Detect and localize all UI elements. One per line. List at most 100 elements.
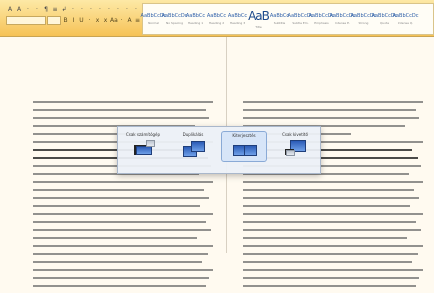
style-name: Emphasis [314,21,329,25]
display-option-pc-only[interactable]: Csak számítógép [121,131,165,160]
text-line [243,277,420,279]
format-button[interactable]: · [118,17,125,24]
display-option-label: Duplikálás [182,132,204,137]
duplicate-icon [182,140,205,157]
style-item[interactable]: AaBbCcDc Subtle Em. [288,5,314,33]
ribbon: AA··¶≡↲········ BIU·xxAa·A≡≡≡≡··· AaBbCc… [0,0,434,37]
style-name: Strong [358,21,369,25]
text-line [243,229,422,231]
quick-access-button[interactable]: A [6,6,14,13]
pc-only-icon [132,140,155,157]
style-item[interactable]: AaBbCcDc Strong [351,5,377,33]
quick-access-button[interactable]: A [15,6,23,13]
style-item[interactable]: AaBbCcDc Quote [372,5,398,33]
text-line [33,197,210,199]
format-button[interactable]: Aa [110,17,118,24]
style-sample: AaB [248,8,270,23]
style-item[interactable]: AaB Title [248,5,270,33]
text-line [33,245,213,247]
display-option-duplicate[interactable]: Duplikálás [171,131,215,160]
font-size-dropdown[interactable] [47,16,61,25]
text-line [33,269,213,271]
extend-icon [233,141,257,158]
quick-access-button[interactable]: · [123,6,131,13]
quick-access-button[interactable]: · [69,6,77,13]
text-line [243,213,423,215]
text-line [243,109,416,111]
quick-access-button[interactable]: · [105,6,113,13]
style-item[interactable]: AaBbCcDc Intense E. [330,5,356,33]
text-line [243,285,416,287]
display-option-extend[interactable]: Kiterjesztés [221,131,267,162]
text-line [33,285,206,287]
text-line [243,221,416,223]
format-button[interactable]: I [70,17,77,24]
style-name: Subtitle [273,21,286,25]
text-line [33,101,213,103]
style-item[interactable]: AaBbCc Heading 3 [227,5,248,33]
display-option-label: Csak számítógép [125,132,161,137]
format-button[interactable]: A [126,17,133,24]
quick-access-button[interactable]: ≡ [51,6,59,13]
text-line [243,253,418,255]
style-name: Heading 3 [229,21,246,25]
style-name: Title [255,24,262,29]
text-line [33,117,210,119]
display-option-projector-only[interactable]: Csak kivetítő [273,131,317,160]
style-sample: AaBbCcDc [161,13,188,19]
text-line [243,189,414,191]
style-sample: AaBbCc [206,13,227,19]
quick-access-button[interactable]: ¶ [42,6,50,13]
quick-access-button[interactable]: ↲ [60,6,68,13]
text-line [33,213,213,215]
format-button[interactable]: U [78,17,85,24]
text-line [33,277,210,279]
text-line [243,237,407,239]
text-line [33,181,213,183]
quick-access-button[interactable]: · [87,6,95,13]
text-line [243,101,423,103]
style-sample: AaBbCc [269,13,290,19]
style-name: Quote [379,21,390,25]
style-name: No Spacing [166,21,183,25]
quick-access-button[interactable]: · [78,6,86,13]
text-line [33,109,206,111]
style-sample: AaBbCc [185,13,206,19]
style-item[interactable]: AaBbCc Subtitle [269,5,290,33]
style-item[interactable]: AaBbCc Heading 2 [206,5,227,33]
display-option-label: Csak kivetítő [282,132,308,137]
format-button[interactable]: x [94,17,101,24]
text-line [243,181,423,183]
format-button[interactable]: x [102,17,109,24]
quick-access-button[interactable]: · [132,6,140,13]
format-button[interactable]: · [86,17,93,24]
text-line [33,189,204,191]
quick-access-button[interactable]: · [96,6,104,13]
format-button[interactable]: B [62,17,69,24]
font-name-dropdown[interactable] [6,16,46,25]
text-line [33,229,212,231]
text-line [243,197,420,199]
display-switcher-popup: Csak számítógép Duplikálás Kiterjesztés … [117,126,321,174]
style-name: Normal [148,21,159,25]
style-name: Intense Q. [397,21,414,25]
quick-access-button[interactable]: · [24,6,32,13]
text-line [33,237,197,239]
style-item[interactable]: AaBbCcDc Emphasis [309,5,335,33]
text-line [33,253,208,255]
style-name: Heading 2 [208,21,225,25]
text-line [243,269,423,271]
text-line [33,205,201,207]
style-item[interactable]: AaBbCcDc Normal [141,5,167,33]
style-item[interactable]: AaBbCcDc No Spacing [161,5,188,33]
style-sample: AaBbCc [227,13,248,19]
style-item[interactable]: AaBbCc Heading 1 [185,5,206,33]
text-line [33,221,206,223]
quick-access-toolbar: A A · · ¶ ≡ ↲ · · · · · · · · [6,6,140,13]
style-item[interactable]: AaBbCcDc Intense Q. [393,5,419,33]
quick-access-button[interactable]: · [114,6,122,13]
text-line [243,205,411,207]
quick-access-button[interactable]: · [33,6,41,13]
text-line [243,261,413,263]
style-name: Heading 1 [187,21,204,25]
